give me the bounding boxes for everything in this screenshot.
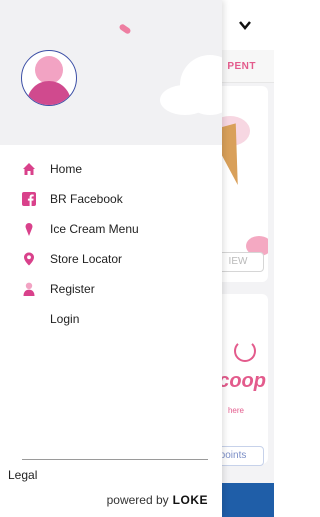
avatar[interactable] [21, 50, 77, 106]
chevron-down-icon[interactable] [238, 18, 252, 32]
cloud-decoration [160, 85, 210, 115]
powered-by-label: powered by LOKE [107, 493, 208, 507]
menu-item-login[interactable]: Login [0, 305, 222, 333]
swirl-icon [234, 340, 256, 362]
background-scoop-text: coop [218, 370, 266, 392]
drawer-header [0, 0, 222, 145]
person-icon [22, 282, 36, 296]
menu-item-label: Register [50, 282, 95, 296]
menu-item-facebook[interactable]: BR Facebook [0, 185, 222, 213]
sprinkle-decoration [118, 23, 132, 35]
menu-item-register[interactable]: Register [0, 275, 222, 303]
location-pin-icon [22, 252, 36, 266]
drawer-divider [22, 459, 208, 460]
home-icon [22, 162, 36, 176]
avatar-head [35, 56, 63, 84]
menu-item-home[interactable]: Home [0, 155, 222, 183]
menu-item-label: Home [50, 162, 83, 176]
menu-item-label: Login [50, 312, 80, 326]
menu-item-label: Store Locator [50, 252, 123, 266]
loke-logo: LOKE [172, 493, 208, 507]
facebook-icon [22, 192, 36, 206]
menu-item-ice-cream-menu[interactable]: Ice Cream Menu [0, 215, 222, 243]
menu-item-label: BR Facebook [50, 192, 123, 206]
powered-by-text: powered by [106, 493, 169, 507]
menu-item-label: Ice Cream Menu [50, 222, 139, 236]
ice-cream-icon [22, 222, 36, 236]
avatar-body [27, 81, 71, 105]
navigation-drawer: Home BR Facebook Ice Cream Menu Store Lo… [0, 0, 222, 517]
login-icon-placeholder [22, 312, 36, 326]
legal-link[interactable]: Legal [8, 468, 37, 482]
menu-item-store-locator[interactable]: Store Locator [0, 245, 222, 273]
background-tab-label[interactable]: PENT [227, 61, 256, 72]
background-scoop-subtext: here [227, 406, 244, 415]
